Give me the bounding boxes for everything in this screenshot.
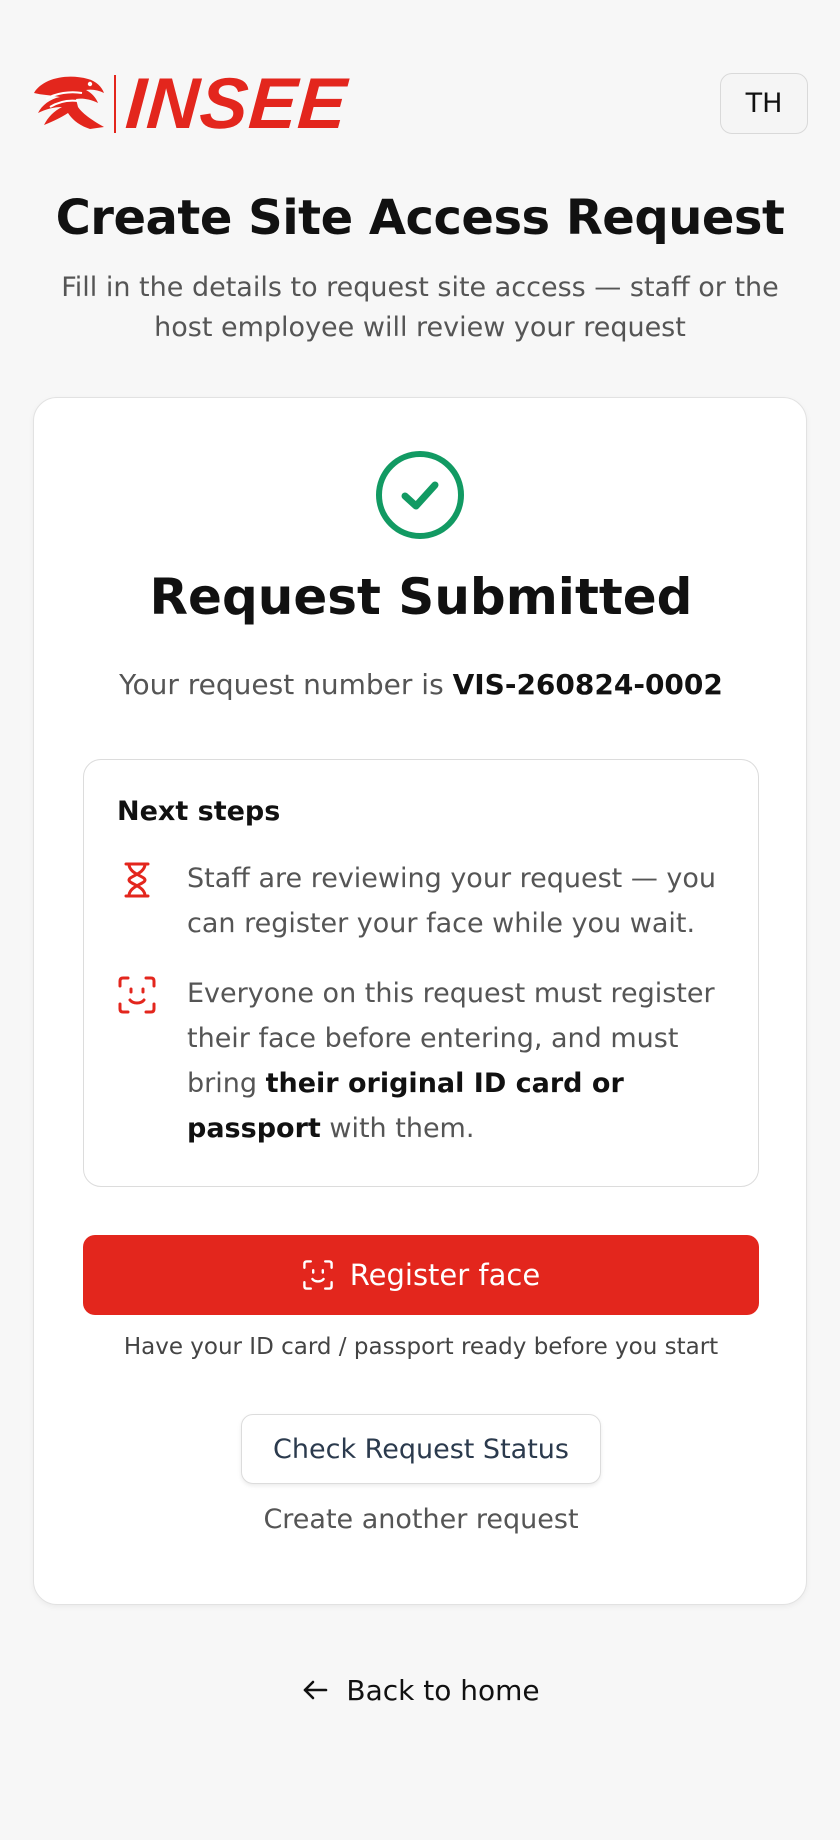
check-status-button[interactable]: Check Request Status: [241, 1414, 601, 1484]
request-number: VIS-260824-0002: [452, 668, 723, 701]
face-scan-icon: [118, 976, 156, 1014]
next-step-text-after: with them.: [320, 1113, 475, 1144]
arrow-left-icon: [304, 1680, 328, 1700]
back-to-home-label: Back to home: [346, 1673, 540, 1707]
page: INSEE TH Create Site Access Request Fill…: [0, 0, 840, 1840]
next-step-item: Everyone on this request must register t…: [117, 971, 737, 1151]
next-step-item: Staff are reviewing your request — you c…: [117, 856, 737, 946]
check-circle-icon: [376, 451, 464, 539]
hourglass-icon: [124, 862, 150, 898]
face-scan-icon: [302, 1260, 333, 1290]
brand-wordmark: INSEE: [123, 64, 350, 144]
next-steps-title: Next steps: [117, 796, 281, 827]
language-toggle-button[interactable]: TH: [720, 73, 808, 134]
brand-logo: INSEE: [32, 64, 350, 144]
back-to-home-link[interactable]: Back to home: [0, 1668, 840, 1712]
request-number-prefix: Your request number is: [119, 668, 453, 701]
confirmation-card: Request Submitted Your request number is…: [33, 397, 807, 1605]
next-step-text: Everyone on this request must register t…: [187, 971, 737, 1151]
next-steps-box: Next steps Staff are reviewing your requ…: [83, 759, 759, 1187]
eagle-logo-icon: [34, 76, 104, 129]
register-hint: Have your ID card / passport ready befor…: [123, 1334, 719, 1360]
page-subtitle: Fill in the details to request site acce…: [61, 272, 779, 343]
register-face-button[interactable]: Register face: [83, 1235, 759, 1315]
submitted-title: Request Submitted: [149, 568, 693, 626]
request-number-line: Your request number is VIS-260824-0002: [34, 668, 808, 701]
create-another-request-link[interactable]: Create another request: [34, 1504, 808, 1535]
logo-divider: [114, 75, 116, 133]
register-face-label: Register face: [349, 1258, 541, 1292]
page-title: Create Site Access Request: [55, 190, 785, 246]
next-step-text: Staff are reviewing your request — you c…: [187, 863, 717, 939]
header: INSEE TH: [0, 0, 840, 160]
